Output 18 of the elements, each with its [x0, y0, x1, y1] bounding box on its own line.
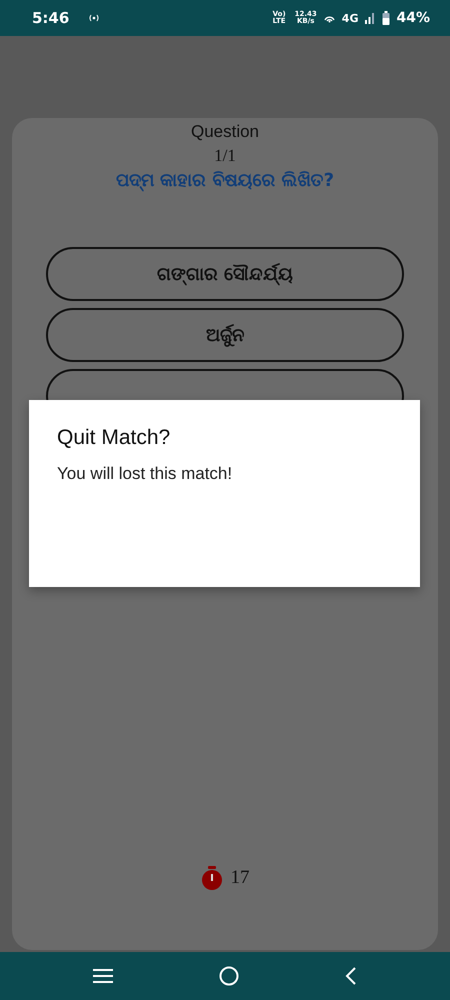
network-type: 4G [342, 12, 358, 24]
question-number: 1/1 [214, 146, 236, 166]
question-heading: Question [190, 122, 260, 142]
question-text: ପଦ୍ମ କାହାର ବିଷୟରେ ଲିଖିତ? [116, 170, 334, 191]
answer-option[interactable]: ଅର୍ଜୁନ [46, 308, 404, 362]
dialog-title: Quit Match? [57, 426, 172, 450]
stopwatch-icon [200, 866, 222, 890]
battery-level: 44% [396, 10, 430, 26]
timer-value: 17 [230, 867, 250, 889]
menu-icon[interactable] [93, 968, 113, 984]
clock: 5:46 [32, 9, 70, 27]
answer-option[interactable]: ଗଙ୍ଗାର ସୌନ୍ଦର୍ଯ୍ୟ [46, 247, 404, 301]
signal-icon [364, 12, 376, 24]
hotspot-icon [87, 12, 102, 24]
home-icon[interactable] [219, 966, 239, 986]
battery-icon [382, 11, 390, 25]
dialog-message: You will lost this match! [57, 464, 234, 484]
back-icon[interactable] [345, 967, 357, 985]
